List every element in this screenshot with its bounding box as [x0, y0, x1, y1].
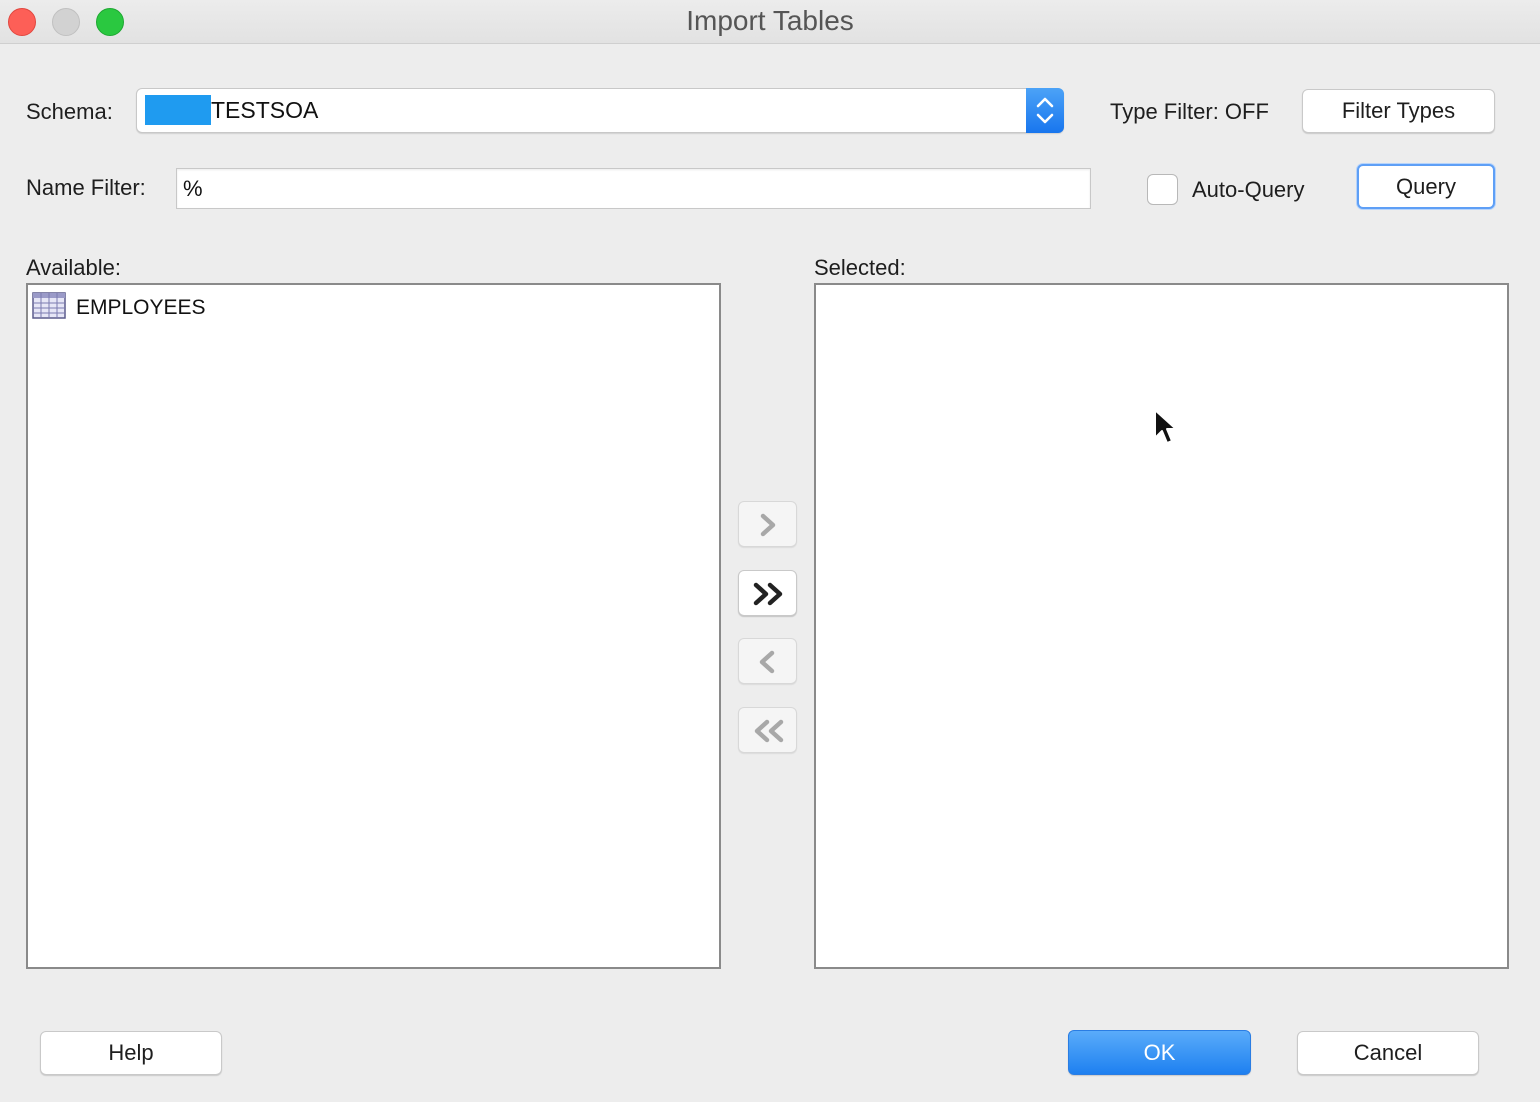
chevron-left-icon — [759, 650, 775, 674]
double-chevron-left-icon — [754, 719, 784, 743]
cancel-button[interactable]: Cancel — [1297, 1031, 1479, 1075]
selected-list[interactable] — [814, 283, 1509, 969]
filter-types-button[interactable]: Filter Types — [1302, 89, 1495, 133]
ok-button-label: OK — [1143, 1040, 1176, 1065]
move-all-left-button[interactable] — [738, 707, 797, 753]
cancel-button-label: Cancel — [1353, 1040, 1423, 1065]
double-chevron-right-icon — [753, 582, 783, 606]
query-button[interactable]: Query — [1357, 164, 1495, 209]
help-button[interactable]: Help — [40, 1031, 222, 1075]
window-title: Import Tables — [686, 5, 854, 36]
name-filter-input[interactable]: % — [176, 168, 1091, 209]
schema-value: TESTSOA — [211, 97, 319, 123]
help-button-label: Help — [108, 1040, 154, 1065]
move-selected-left-button[interactable] — [738, 638, 797, 684]
import-tables-dialog: Import Tables Schema: TESTSOA Type Filte… — [0, 0, 1540, 1102]
query-button-label: Query — [1396, 174, 1456, 199]
schema-dropdown[interactable]: TESTSOA — [136, 88, 1064, 133]
move-selected-right-button[interactable] — [738, 501, 797, 547]
schema-label: Schema: — [26, 99, 113, 124]
chevron-right-icon — [760, 513, 776, 537]
available-list[interactable]: EMPLOYEES — [26, 283, 721, 969]
auto-query-label: Auto-Query — [1192, 177, 1305, 202]
available-label: Available: — [26, 255, 121, 280]
selected-label: Selected: — [814, 255, 906, 280]
auto-query-checkbox[interactable] — [1147, 174, 1178, 205]
filter-types-button-label: Filter Types — [1341, 98, 1456, 123]
title-bar: Import Tables — [0, 0, 1540, 44]
list-item-label: EMPLOYEES — [76, 296, 206, 319]
mouse-cursor-icon — [1154, 409, 1177, 444]
dropdown-stepper-icon[interactable] — [1026, 88, 1064, 133]
move-all-right-button[interactable] — [738, 570, 797, 616]
type-filter-status: Type Filter: OFF — [1110, 99, 1269, 124]
name-filter-label: Name Filter: — [26, 175, 146, 200]
redacted-text — [145, 95, 211, 125]
list-item[interactable]: EMPLOYEES — [30, 291, 206, 325]
table-icon — [32, 292, 66, 324]
ok-button[interactable]: OK — [1068, 1030, 1251, 1075]
